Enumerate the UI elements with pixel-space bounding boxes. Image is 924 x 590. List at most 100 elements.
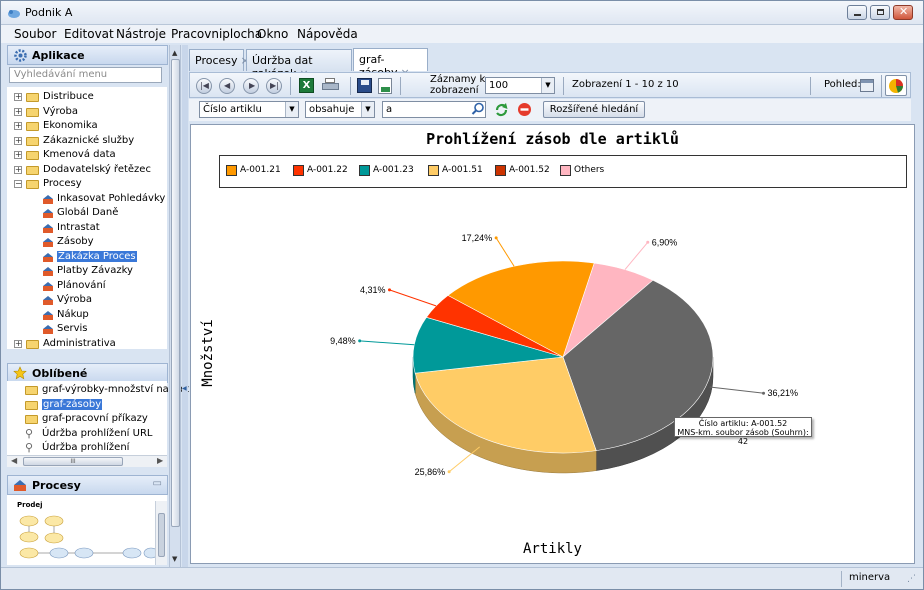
chevron-down-icon[interactable]: ▼ [361,102,374,117]
filter-operator-value: obsahuje [309,104,355,115]
favorite-item[interactable]: graf-zásoby [42,398,103,410]
scroll-up-icon[interactable]: ▲ [172,49,177,57]
tree-item[interactable]: Administrativa [43,338,116,349]
process-item[interactable]: Servis [57,323,88,334]
minimize-button[interactable] [847,5,867,20]
expand-toggle-icon[interactable]: + [14,165,22,174]
menu-bar: Soubor Editovat Nástroje Pracovniplocha … [1,25,923,43]
favorites-header[interactable]: Oblíbené [7,363,168,383]
expand-toggle-icon[interactable]: + [14,107,22,116]
collapse-toggle-icon[interactable]: − [14,180,22,188]
clear-filter-icon[interactable] [517,102,532,117]
collapse-strip[interactable]: ◀ [182,45,188,567]
prev-page-button[interactable]: ◀ [219,78,235,94]
chevron-down-icon[interactable]: ▼ [541,78,554,93]
tab-udrzba-dat[interactable]: Údržba dat zakázek× [246,49,352,80]
view-grid-icon[interactable] [860,79,874,92]
resize-grip-icon[interactable]: ⋰ [907,574,916,584]
excel-export-icon[interactable]: X [299,78,314,93]
filter-field-select[interactable]: Číslo artiklu ▼ [199,101,299,118]
close-button[interactable]: ✕ [893,5,913,20]
tree-item[interactable]: Kmenová data [43,149,116,160]
maximize-button[interactable] [870,5,890,20]
favorite-item[interactable]: Údržba prohlížení URL [42,428,152,439]
process-item[interactable]: Inkasovat Pohledávky [57,193,165,204]
chart-view-button[interactable] [885,75,907,96]
records-per-page-select[interactable]: 100 ▼ [485,77,555,94]
tree-item[interactable]: Ekonomika [43,120,98,131]
close-icon: ✕ [899,5,909,18]
scroll-left-icon[interactable]: ◀ [11,456,17,465]
favorite-item[interactable]: graf-výrobky-množství na zak [42,384,189,395]
scroll-right-icon[interactable]: ▶ [157,456,163,465]
tab-procesy[interactable]: Procesy× [189,49,250,71]
process-item[interactable]: Plánování [57,280,106,291]
refresh-icon[interactable] [494,102,509,117]
process-diagram[interactable]: Prodej [7,495,167,565]
scroll-thumb[interactable]: III [23,457,123,466]
tree-item[interactable]: Procesy [43,178,82,189]
save-icon[interactable] [357,78,372,93]
process-item[interactable]: Globál Daně [57,207,118,218]
search-icon[interactable] [471,102,485,116]
next-page-button[interactable]: ▶ [243,78,259,94]
document-export-icon[interactable] [378,78,392,94]
tooltip-line: Číslo artiklu: A-001.52 [698,419,788,428]
pie-leader-line [359,340,415,346]
process-item[interactable]: Nákup [57,309,89,320]
process-icon [43,209,53,218]
process-item[interactable]: Zakázka Proces [57,250,137,262]
separator [881,75,882,97]
expand-toggle-icon[interactable]: + [14,151,22,159]
favorite-item[interactable]: graf-pracovní příkazy [42,413,148,424]
menu-okno[interactable]: Okno [257,27,288,41]
app-icon [8,10,20,18]
menu-search-input[interactable]: Vyhledávání menu [9,67,162,83]
tree-item[interactable]: Výroba [43,106,78,117]
apps-panel-header[interactable]: Aplikace [7,45,168,65]
menu-nastroje[interactable]: Nástroje [116,27,166,41]
expand-toggle-icon[interactable]: + [14,122,22,130]
menu-napoveda[interactable]: Nápověda [297,27,358,41]
favorite-item[interactable]: Údržba prohlížení [42,442,129,453]
chevron-down-icon[interactable]: ▼ [285,102,298,117]
expand-toggle-icon[interactable]: + [14,93,22,101]
process-panel-header[interactable]: Procesy ▭ [7,475,168,495]
expand-toggle-icon[interactable]: + [14,339,22,348]
process-item[interactable]: Intrastat [57,222,100,233]
process-item[interactable]: Zásoby [57,236,94,247]
process-vscroll[interactable] [155,501,167,565]
advanced-search-button[interactable]: Rozšířené hledání [543,101,645,118]
process-item[interactable]: Platby Závazky [57,265,133,276]
scroll-down-icon[interactable]: ▼ [172,555,177,563]
expand-toggle-icon[interactable]: + [14,136,22,145]
process-icon [14,480,26,491]
tree-item[interactable]: Zákaznické služby [43,135,134,146]
left-splitter[interactable]: ▲ ▼ [169,45,181,567]
process-icon [43,310,53,320]
menu-editovat[interactable]: Editovat [64,27,114,41]
process-icon [43,223,53,233]
favorites-hscroll[interactable]: ◀ III ▶ [7,455,167,467]
first-page-button[interactable]: |◀ [196,78,212,94]
last-icon: ▶| [270,81,279,90]
gear-icon [14,49,27,62]
print-icon[interactable] [322,78,339,93]
process-scroll-thumb[interactable] [158,513,165,557]
process-item[interactable]: Výroba [57,294,92,305]
collapse-arrow-icon[interactable]: ◀ [182,385,187,392]
pie-leader-dot [646,240,650,244]
pie-leader-line [624,241,649,270]
pie-data-label: 25,86% [415,467,446,477]
menu-soubor[interactable]: Soubor [14,27,56,41]
last-page-button[interactable]: ▶| [266,78,282,94]
filter-operator-select[interactable]: obsahuje ▼ [305,101,375,118]
tree-item[interactable]: Distribuce [43,91,94,102]
tree-item[interactable]: Dodavatelský řetězec [43,164,151,175]
splitter-thumb[interactable] [171,59,180,527]
tab-graf-zasoby[interactable]: graf-zásoby× [353,48,428,79]
chart-edge [915,123,923,565]
link-icon: ⚲ [25,426,34,440]
panel-pin-icon[interactable]: ▭ [153,478,162,489]
menu-pracovniplocha[interactable]: Pracovniplocha [171,27,262,41]
